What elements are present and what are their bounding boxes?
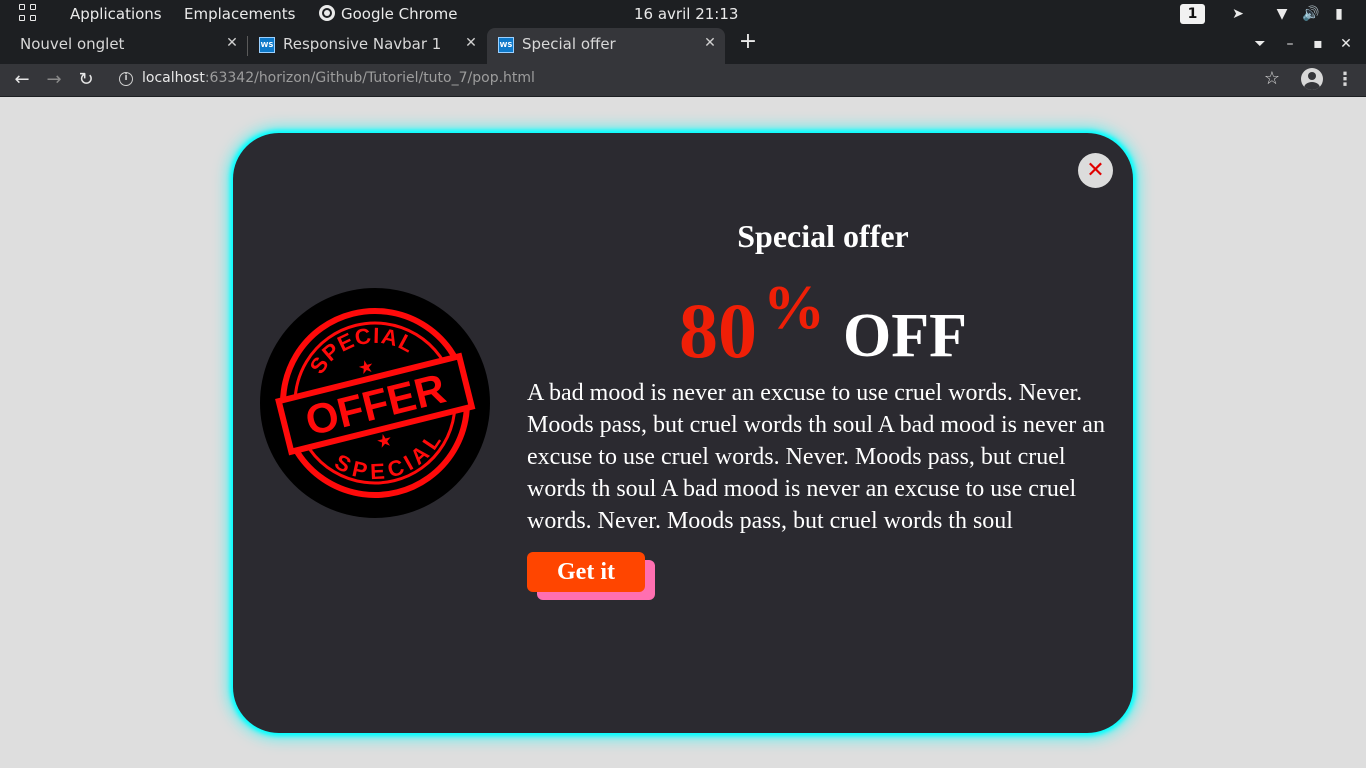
webstorm-favicon-icon: WS [259,37,275,53]
close-popup-button[interactable]: ✕ [1078,153,1113,188]
clock[interactable]: 16 avril 21:13 [634,5,738,23]
tab-new-tab[interactable]: Nouvel onglet ✕ [8,28,244,60]
close-tab-icon[interactable]: ✕ [701,34,719,52]
tab-search-icon[interactable]: ⏷ [1251,35,1269,53]
discount-off-label: OFF [843,302,967,370]
volume-icon[interactable]: 🔊 [1302,5,1320,23]
close-window-icon[interactable]: ✕ [1337,35,1355,53]
tab-title: Responsive Navbar 1 [283,35,442,53]
battery-icon[interactable]: ▮ [1330,5,1348,23]
applications-menu[interactable]: Applications [70,5,162,23]
telegram-icon[interactable]: ➤ [1229,5,1247,23]
tab-responsive-navbar[interactable]: WS Responsive Navbar 1 ✕ [250,28,486,60]
popup-title: Special offer [737,218,909,254]
forward-arrow-icon[interactable]: → [43,69,65,91]
tab-strip: Nouvel onglet ✕ WS Responsive Navbar 1 ✕… [0,28,1366,64]
back-arrow-icon[interactable]: ← [11,69,33,91]
close-tab-icon[interactable]: ✕ [223,34,241,52]
profile-avatar-icon[interactable] [1301,68,1323,90]
tab-title: Special offer [522,35,616,53]
reload-icon[interactable]: ↻ [75,69,97,91]
chrome-icon [319,5,335,21]
webstorm-favicon-icon: WS [498,37,514,53]
apps-grid-icon[interactable] [19,4,39,24]
system-top-bar: Applications Emplacements Google Chrome … [0,0,1366,28]
address-bar[interactable]: localhost:63342/horizon/Github/Tutoriel/… [142,70,535,86]
special-offer-badge: SPECIAL SPECIAL ★ ★ OFFER [260,288,490,518]
discount-number: 80 [679,287,757,374]
workspace-indicator[interactable]: 1 [1180,4,1205,24]
browser-toolbar: ← → ↻ i localhost:63342/horizon/Github/T… [0,64,1366,97]
get-it-button[interactable]: Get it [527,552,645,592]
site-info-icon[interactable]: i [119,72,133,86]
tab-separator [247,36,248,56]
url-host: localhost [142,70,205,86]
active-app-menu[interactable]: Google Chrome [341,5,458,23]
minimize-icon[interactable]: – [1281,35,1299,53]
close-tab-icon[interactable]: ✕ [462,34,480,52]
url-path: :63342/horizon/Github/Tutoriel/tuto_7/po… [204,70,535,86]
discount-percent-symbol: % [763,274,825,342]
more-menu-icon[interactable]: ⋮ [1336,69,1354,91]
tab-special-offer[interactable]: WS Special offer ✕ [487,28,725,64]
offer-description: A bad mood is never an excuse to use cru… [527,380,1105,534]
special-offer-stamp-icon: SPECIAL SPECIAL ★ ★ OFFER [275,308,476,498]
wifi-icon[interactable]: ▼ [1273,5,1291,23]
new-tab-icon[interactable]: + [737,31,759,53]
bookmark-star-icon[interactable]: ☆ [1262,69,1282,89]
tab-title: Nouvel onglet [20,35,125,53]
places-menu[interactable]: Emplacements [184,5,296,23]
special-offer-popup: ✕ SPECIAL SPECIAL ★ ★ OFFER Special offe… [233,133,1133,733]
maximize-icon[interactable]: ▪ [1309,35,1327,53]
